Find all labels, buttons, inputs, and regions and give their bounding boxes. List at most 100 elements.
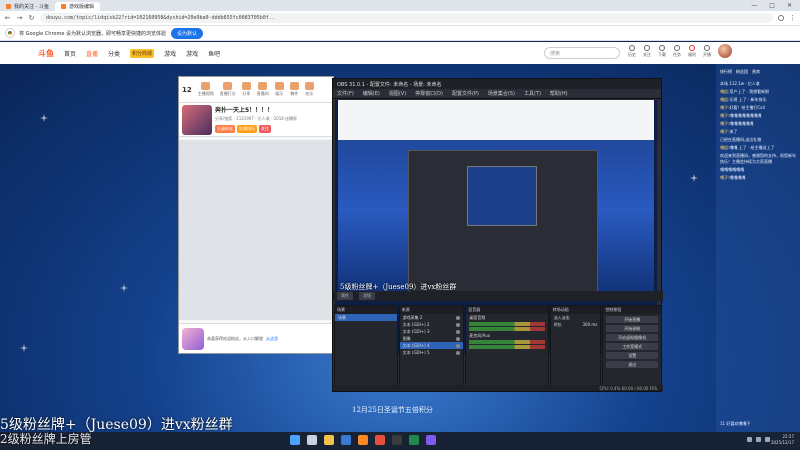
tab-fanclub[interactable]: 粉丝团 (736, 69, 748, 75)
set-default-button[interactable]: 设为默认 (171, 27, 204, 39)
source-item[interactable]: 文本 (GDI+) 2 (400, 321, 464, 328)
source-item[interactable]: 图像 (400, 335, 464, 342)
transition-select[interactable]: 淡入淡出 (551, 314, 601, 321)
tool-manu[interactable]: 稿件 (289, 82, 299, 97)
back-icon[interactable]: ← (4, 14, 11, 22)
exit-button[interactable]: 退出 (606, 361, 659, 368)
tool-share[interactable]: 分享 (241, 82, 251, 97)
nav-game-2[interactable]: 游戏 (186, 49, 198, 58)
nav-category[interactable]: 分类 (108, 49, 120, 58)
nav-live[interactable]: 直播 (86, 49, 98, 58)
volume-meter[interactable] (469, 322, 545, 326)
tag-rank[interactable]: 礼物排行 (237, 125, 257, 133)
tool-fun[interactable]: 欢乐 (304, 82, 314, 97)
source-item[interactable]: 文本 (GDI+) 3 (400, 328, 464, 335)
streamer-avatar[interactable] (182, 105, 212, 135)
eye-icon (456, 322, 461, 327)
source-item[interactable]: 文本 (GDI+) 5 (400, 349, 464, 356)
follow-icon[interactable]: 关注 (643, 45, 651, 58)
tab-rank[interactable]: 排行榜 (720, 69, 732, 75)
obs-icon[interactable] (392, 435, 402, 445)
tag-follow[interactable]: 关注 (259, 125, 271, 133)
menu-view[interactable]: 视图(V) (389, 90, 406, 97)
search-icon[interactable] (307, 435, 317, 445)
properties-button[interactable]: 属性 (337, 292, 353, 300)
virtual-camera-button[interactable]: 开启虚拟摄像机 (606, 334, 659, 341)
menu-icon[interactable]: ⋮ (789, 14, 796, 22)
app2-icon[interactable] (426, 435, 436, 445)
tool-video[interactable]: 主播视频 (198, 82, 214, 97)
tab-follow[interactable]: 我的关注 - 斗鱼 (0, 2, 55, 11)
reload-icon[interactable]: ↻ (28, 14, 35, 22)
volume-meter[interactable] (469, 327, 545, 331)
room-header: 奔扑一天上5！！！！ 分享/抽奖 · 1121997 · 亿人收 · 2018 … (179, 103, 333, 137)
battery-icon[interactable] (765, 437, 770, 442)
tool-score[interactable]: 直播打分 (220, 82, 236, 97)
minimize-icon[interactable]: — (751, 2, 757, 9)
source-item[interactable]: 游戏采集 2 (400, 314, 464, 321)
nav-points-badge[interactable]: 积分商城 (130, 48, 155, 58)
taskbar-apps (290, 435, 436, 445)
preview-nested-capture (467, 166, 537, 226)
tab-vip[interactable]: 贵宾 (752, 69, 760, 75)
mixer-channel-label: 桌面音频 (469, 314, 486, 320)
site-header: 斗鱼 首页 直播 分类 积分商城 游戏 游戏 鱼吧 搜索 历史 关注 下载 任务… (0, 42, 800, 64)
scene-item[interactable]: 场景 (335, 314, 397, 321)
start-streaming-button[interactable]: 开始直播 (606, 316, 659, 323)
volume-meter[interactable] (469, 340, 545, 344)
settings-button[interactable]: 设置 (606, 352, 659, 359)
wifi-icon[interactable] (747, 437, 752, 442)
nav-home[interactable]: 首页 (64, 49, 76, 58)
task-icon[interactable]: 任务 (673, 45, 681, 58)
gift-banner-icon[interactable] (182, 327, 204, 350)
explorer-icon[interactable] (324, 435, 334, 445)
tool-ent[interactable]: 娱乐 (274, 82, 284, 97)
tab-editor[interactable]: 游戏版编辑 (54, 2, 100, 11)
studio-mode-button[interactable]: 工作室模式 (606, 343, 659, 350)
menu-tools[interactable]: 工具(T) (524, 90, 541, 97)
tool-room[interactable]: 直播间 (257, 82, 269, 97)
site-search-input[interactable]: 搜索 (544, 47, 620, 59)
history-icon[interactable]: 历史 (628, 45, 636, 58)
close-icon[interactable]: ✕ (787, 2, 792, 9)
nav-fishbar[interactable]: 鱼吧 (208, 49, 220, 58)
volume-meter[interactable] (469, 345, 545, 349)
video-player[interactable] (179, 140, 335, 320)
tag-fans[interactable]: 五级粉丝 (215, 125, 235, 133)
menu-docks[interactable]: 停靠窗口(D) (415, 90, 443, 97)
menu-file[interactable]: 文件(F) (337, 90, 354, 97)
douyu-icon[interactable] (358, 435, 368, 445)
footer-link[interactable]: 从这里 (266, 336, 278, 342)
forward-icon[interactable]: → (16, 14, 23, 22)
scenes-dock: 场景 场景 (334, 305, 398, 387)
chat-input[interactable]: 11 好喜欢嘎嘎子 (716, 420, 754, 428)
volume-icon[interactable] (756, 437, 761, 442)
menu-scene-collection[interactable]: 场景集合(S) (488, 90, 515, 97)
clock[interactable]: 22:57 2025/12/17 (771, 434, 794, 446)
event-banner: 12月25日圣诞节五倍积分 (352, 406, 433, 414)
menu-edit[interactable]: 编辑(E) (363, 90, 380, 97)
chrome-taskbar-icon[interactable] (409, 435, 419, 445)
chat-message: 嘎嘎嘎嘎嘎嘎 (720, 167, 744, 172)
duration-field[interactable]: 时长 300 ms (551, 321, 601, 328)
maximize-icon[interactable]: □ (769, 2, 775, 9)
nav-game[interactable]: 游戏 (164, 49, 176, 58)
store-icon[interactable] (341, 435, 351, 445)
obs-docks: 场景 场景 来源 游戏采集 2 文本 (GDI+) 2 文本 (GDI+) 3 … (333, 305, 663, 387)
source-item[interactable]: 文本 (GDI+) 4 (399, 342, 464, 349)
app-icon[interactable] (375, 435, 385, 445)
url-field[interactable]: douyu.com/topic/lidqisk22?rid=102160958&… (40, 13, 773, 23)
filters-button[interactable]: 滤镜 (359, 292, 375, 300)
douyu-logo[interactable]: 斗鱼 (38, 48, 54, 59)
user-avatar[interactable] (718, 44, 732, 58)
chat-message: 嘎子:嘎嘎嘎嘎 (720, 175, 746, 180)
profile-icon[interactable] (778, 15, 784, 21)
menu-help[interactable]: 帮助(H) (550, 90, 568, 97)
start-icon[interactable] (290, 435, 300, 445)
live-icon[interactable]: 开播 (703, 45, 711, 58)
menu-profile[interactable]: 配置文件(P) (452, 90, 479, 97)
chat-message: 已经在直播间,送出礼物 (720, 137, 762, 142)
download-icon[interactable]: 下载 (658, 45, 666, 58)
gift-icon[interactable]: 福利 (688, 45, 696, 58)
start-recording-button[interactable]: 开始录制 (606, 325, 659, 332)
